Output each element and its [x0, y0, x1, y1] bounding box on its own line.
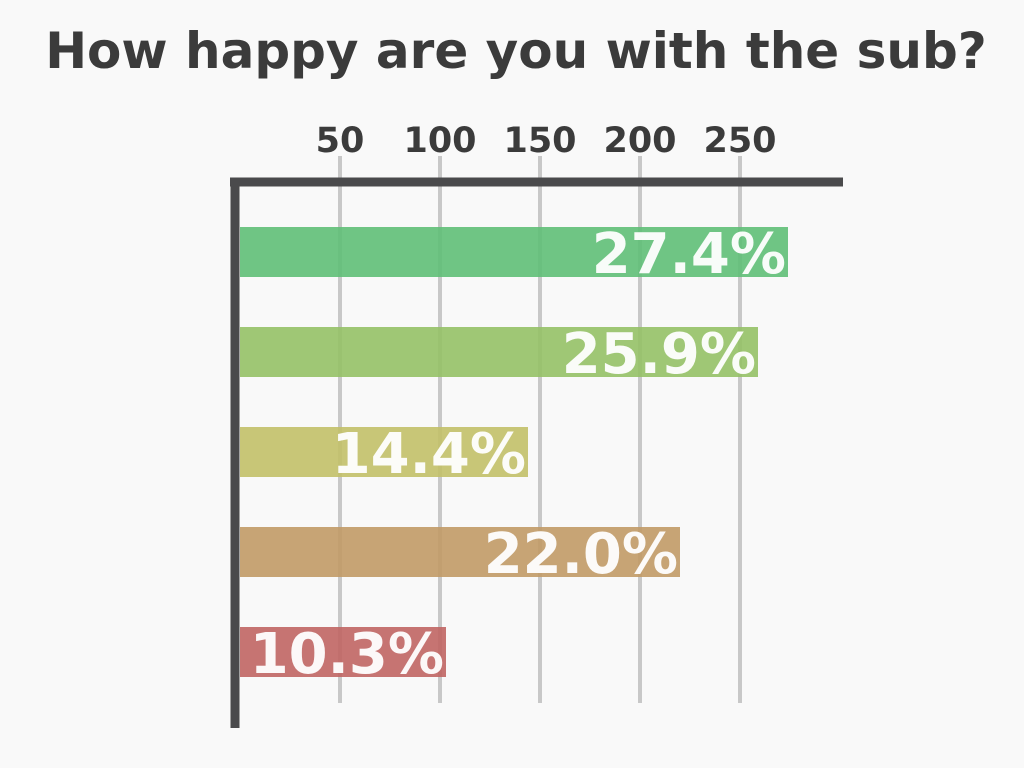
x-tick-label: 250	[703, 121, 776, 161]
x-tick-labels: 50 100 150 200 250	[316, 121, 777, 161]
bar-value-label: 22.0%	[484, 522, 678, 587]
bar-value-label: 27.4%	[592, 222, 786, 287]
bar-value-label: 10.3%	[250, 622, 444, 687]
chart-page: How happy are you with the sub? 50 100 150…	[0, 0, 1024, 768]
x-tick-label: 150	[503, 121, 576, 161]
bar-value-label: 25.9%	[562, 322, 756, 387]
x-tick-label: 100	[403, 121, 476, 161]
x-tick-label: 50	[316, 121, 365, 161]
chart-title: How happy are you with the sub?	[45, 22, 987, 80]
bar-value-label: 14.4%	[332, 422, 526, 487]
x-tick-label: 200	[603, 121, 676, 161]
bar-chart: How happy are you with the sub? 50 100 150…	[45, 22, 987, 728]
